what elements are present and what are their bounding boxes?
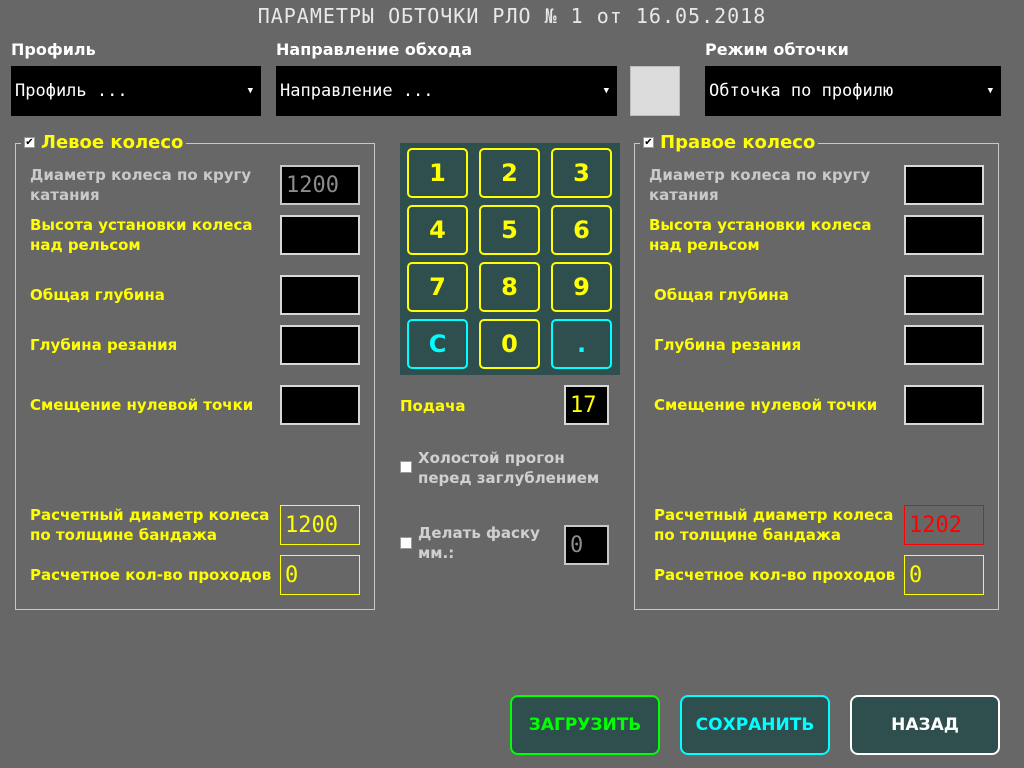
load-button[interactable]: ЗАГРУЗИТЬ [510, 695, 660, 755]
chevron-down-icon: ▼ [603, 86, 609, 96]
left-wheel-header: ✔ Левое колесо [21, 132, 187, 153]
key-0[interactable]: 0 [479, 319, 540, 369]
right-diameter-field[interactable] [904, 165, 984, 205]
back-button[interactable]: НАЗАД [850, 695, 1000, 755]
right-wheel-title: Правое колесо [660, 132, 816, 153]
key-clear[interactable]: C [407, 319, 468, 369]
right-diameter-label: Диаметр колеса по кругу катания [649, 166, 871, 204]
key-6[interactable]: 6 [551, 205, 612, 255]
chamfer-checkbox[interactable] [400, 537, 412, 549]
mode-label: Режим обточки [705, 40, 849, 59]
left-passes-field: 0 [280, 555, 360, 595]
key-2[interactable]: 2 [479, 148, 540, 198]
key-3[interactable]: 3 [551, 148, 612, 198]
key-7[interactable]: 7 [407, 262, 468, 312]
direction-select[interactable]: Направление ... ▼ [276, 66, 617, 116]
left-cut-field[interactable] [280, 325, 360, 365]
key-9[interactable]: 9 [551, 262, 612, 312]
right-depth-label: Общая глубина [654, 286, 789, 304]
save-button[interactable]: СОХРАНИТЬ [680, 695, 830, 755]
right-offset-label: Смещение нулевой точки [654, 396, 878, 414]
right-cut-label: Глубина резания [654, 336, 802, 354]
left-diameter-label: Диаметр колеса по кругу катания [30, 166, 252, 204]
direction-label: Направление обхода [276, 40, 473, 59]
left-depth-label: Общая глубина [30, 286, 165, 304]
key-5[interactable]: 5 [479, 205, 540, 255]
mode-select-value: Обточка по профилю [709, 81, 894, 101]
left-calc-diameter-field: 1200 [280, 505, 360, 545]
profile-select[interactable]: Профиль ... ▼ [11, 66, 261, 116]
left-offset-label: Смещение нулевой точки [30, 396, 254, 414]
right-wheel-checkbox[interactable]: ✔ [643, 137, 654, 148]
right-passes-field: 0 [904, 555, 984, 595]
left-diameter-field[interactable]: 1200 [280, 165, 360, 205]
key-4[interactable]: 4 [407, 205, 468, 255]
right-passes-label: Расчетное кол-во проходов [654, 566, 896, 584]
right-wheel-header: ✔ Правое колесо [640, 132, 819, 153]
right-cut-field[interactable] [904, 325, 984, 365]
left-calc-diameter-label: Расчетный диаметр колеса по толщине банд… [30, 506, 270, 544]
idle-pass-label: Холостой прогон перед заглублением [418, 449, 600, 487]
profile-select-value: Профиль ... [15, 81, 128, 101]
feed-field[interactable]: 17 [564, 385, 609, 425]
chamfer-label: Делать фаску мм.: [418, 524, 540, 562]
chevron-down-icon: ▼ [247, 86, 253, 96]
idle-pass-checkbox[interactable] [400, 461, 412, 473]
feed-label: Подача [400, 397, 466, 415]
key-8[interactable]: 8 [479, 262, 540, 312]
right-calc-diameter-field: 1202 [904, 505, 984, 545]
profile-label: Профиль [11, 40, 96, 59]
key-dot[interactable]: . [551, 319, 612, 369]
right-height-label: Высота установки колеса над рельсом [649, 216, 872, 254]
right-depth-field[interactable] [904, 275, 984, 315]
left-height-field[interactable] [280, 215, 360, 255]
right-offset-field[interactable] [904, 385, 984, 425]
left-passes-label: Расчетное кол-во проходов [30, 566, 272, 584]
right-calc-diameter-label: Расчетный диаметр колеса по толщине банд… [654, 506, 894, 544]
key-1[interactable]: 1 [407, 148, 468, 198]
mode-select[interactable]: Обточка по профилю ▼ [705, 66, 1001, 116]
left-depth-field[interactable] [280, 275, 360, 315]
left-offset-field[interactable] [280, 385, 360, 425]
chamfer-field[interactable]: 0 [564, 525, 609, 565]
direction-select-value: Направление ... [280, 81, 434, 101]
left-wheel-checkbox[interactable]: ✔ [24, 137, 35, 148]
chevron-down-icon: ▼ [987, 86, 993, 96]
left-height-label: Высота установки колеса над рельсом [30, 216, 253, 254]
left-wheel-title: Левое колесо [41, 132, 184, 153]
right-height-field[interactable] [904, 215, 984, 255]
left-cut-label: Глубина резания [30, 336, 178, 354]
page-title: ПАРАМЕТРЫ ОБТОЧКИ РЛО № 1 от 16.05.2018 [257, 4, 767, 28]
color-swatch-button[interactable] [630, 66, 680, 116]
